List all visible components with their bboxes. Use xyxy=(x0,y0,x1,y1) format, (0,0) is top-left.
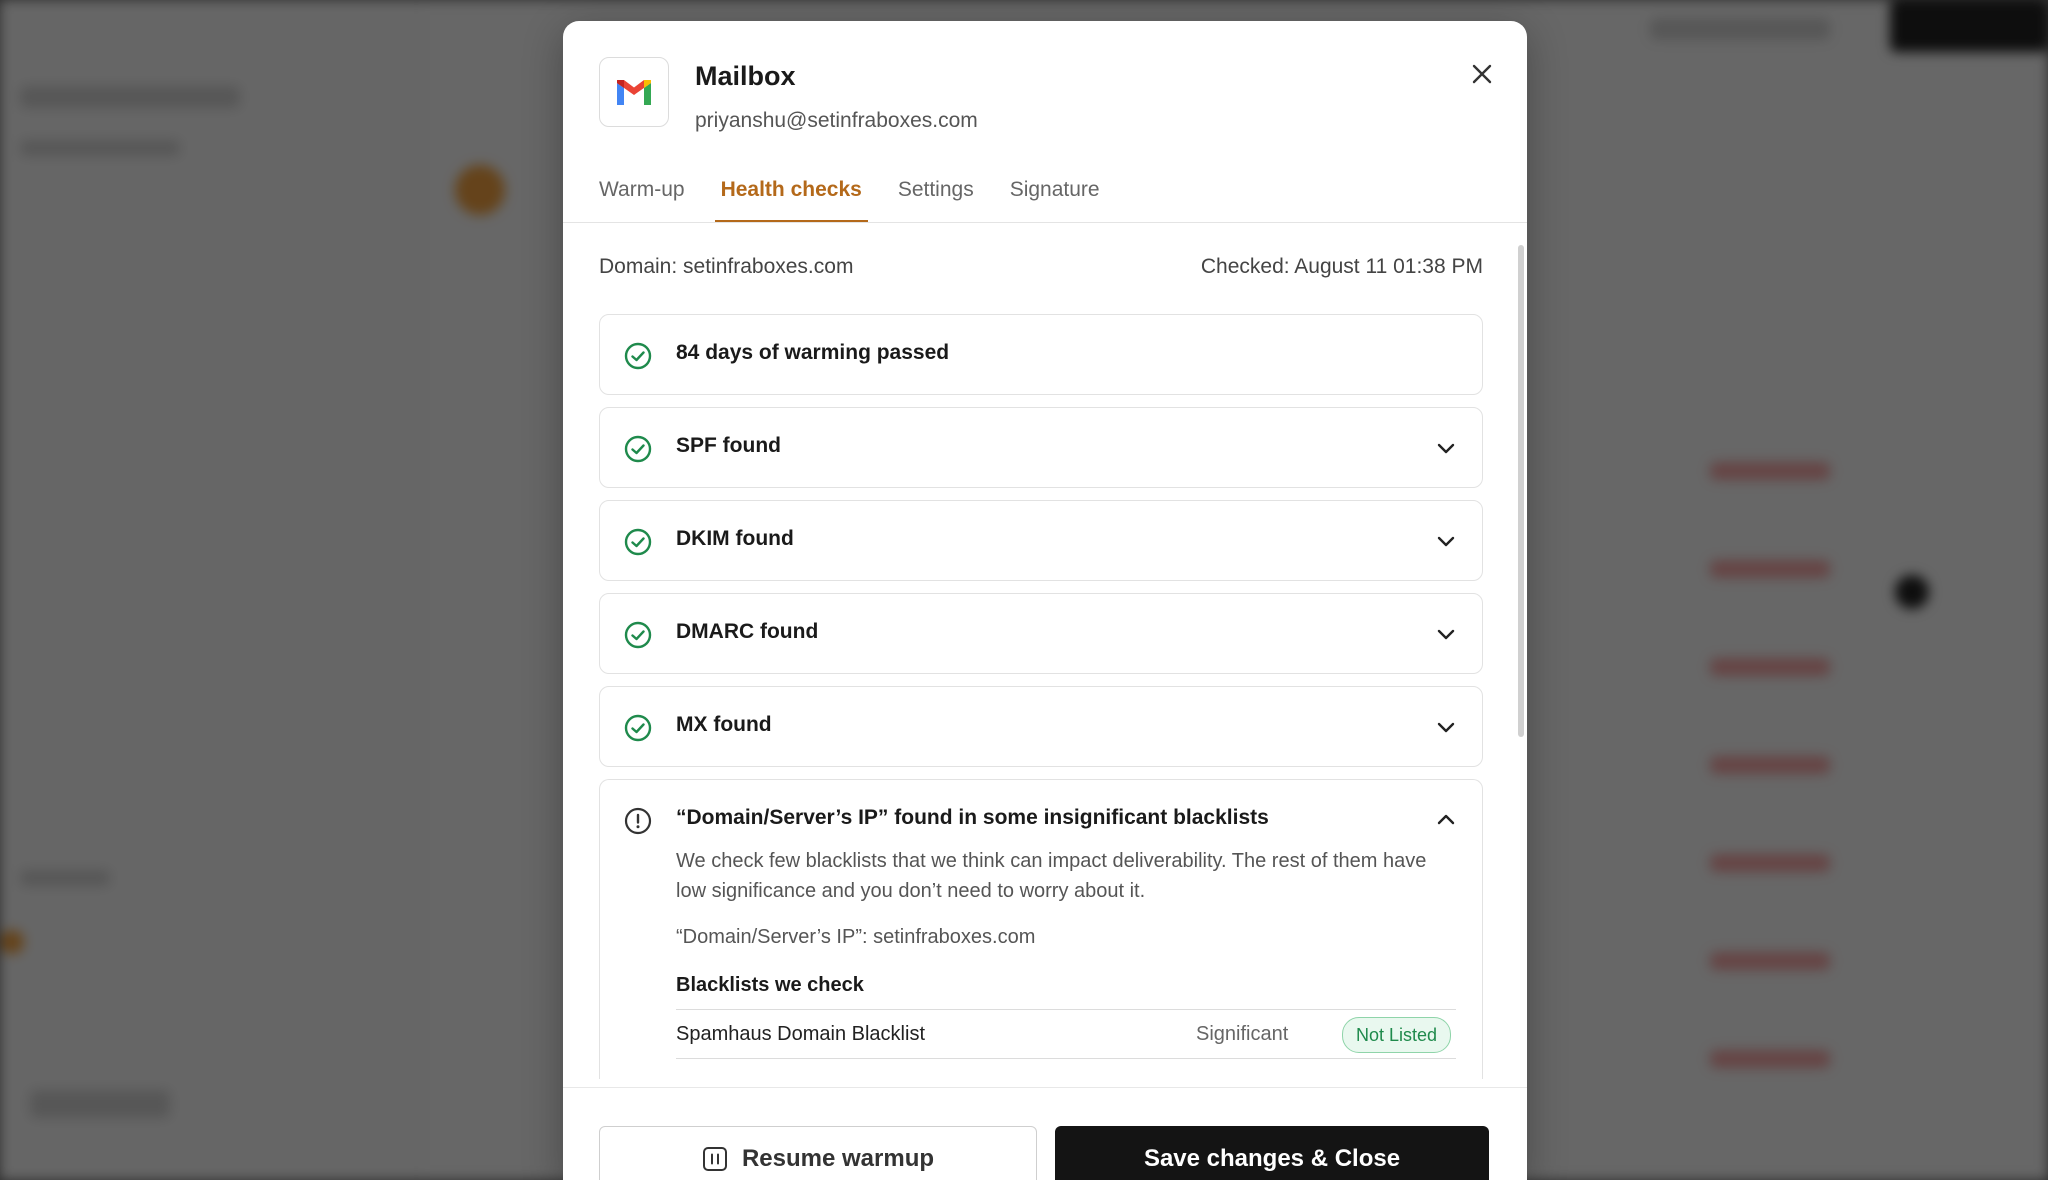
checked-timestamp: Checked: August 11 01:38 PM xyxy=(1200,255,1483,278)
modal-header: Mailbox priyanshu@setinfraboxes.com Warm… xyxy=(563,21,1527,223)
check-circle-icon xyxy=(624,435,652,463)
blacklist-table: Spamhaus Domain Blacklist Significant No… xyxy=(676,1009,1456,1059)
chevron-down-icon[interactable] xyxy=(1434,622,1458,646)
check-card-mx[interactable]: MX found xyxy=(599,686,1483,767)
blacklists-heading: Blacklists we check xyxy=(676,974,864,996)
check-label: DMARC found xyxy=(676,620,819,643)
close-button[interactable] xyxy=(1463,55,1501,93)
check-label: 84 days of warming passed xyxy=(676,341,950,364)
table-row: Spamhaus Domain Blacklist Significant No… xyxy=(676,1010,1456,1059)
pause-icon xyxy=(702,1147,727,1171)
modal-footer: Resume warmup Save changes & Close xyxy=(563,1087,1527,1180)
chevron-down-icon[interactable] xyxy=(1434,436,1458,460)
save-and-close-button[interactable]: Save changes & Close xyxy=(1055,1126,1489,1180)
tab-settings[interactable]: Settings xyxy=(892,169,980,223)
blacklist-ip-line: “Domain/Server’s IP”: setinfraboxes.com xyxy=(676,926,1036,948)
blacklist-description: We check few blacklists that we think ca… xyxy=(676,850,1427,902)
tab-warm-up[interactable]: Warm-up xyxy=(593,169,691,223)
check-card-dkim[interactable]: DKIM found xyxy=(599,500,1483,581)
check-label: “Domain/Server’s IP” found in some insig… xyxy=(676,806,1269,829)
resume-warmup-button[interactable]: Resume warmup xyxy=(599,1126,1037,1180)
check-circle-icon xyxy=(624,714,652,742)
resume-warmup-label: Resume warmup xyxy=(741,1145,935,1172)
check-label: MX found xyxy=(676,713,772,736)
tab-health-checks[interactable]: Health checks xyxy=(714,169,868,223)
chevron-down-icon[interactable] xyxy=(1434,715,1458,739)
check-label: SPF found xyxy=(676,434,781,457)
modal-tabs: Warm-up Health checks Settings Signature xyxy=(593,169,1130,223)
check-card-dmarc[interactable]: DMARC found xyxy=(599,593,1483,674)
domain-label: Domain: setinfraboxes.com xyxy=(599,255,854,278)
blacklist-significance: Significant xyxy=(1196,1023,1289,1045)
warning-circle-icon xyxy=(624,807,652,835)
mailbox-email: priyanshu@setinfraboxes.com xyxy=(695,109,978,132)
check-card-warming: 84 days of warming passed xyxy=(599,314,1483,395)
blacklist-name: Spamhaus Domain Blacklist xyxy=(676,1023,925,1045)
tab-signature[interactable]: Signature xyxy=(1004,169,1106,223)
check-circle-icon xyxy=(624,528,652,556)
check-card-blacklist: “Domain/Server’s IP” found in some insig… xyxy=(599,779,1483,1079)
gmail-logo-icon xyxy=(599,57,669,127)
check-label: DKIM found xyxy=(676,527,794,550)
check-circle-icon xyxy=(624,342,652,370)
check-circle-icon xyxy=(624,621,652,649)
health-checks-panel: Domain: setinfraboxes.com Checked: Augus… xyxy=(563,223,1527,1087)
status-badge: Not Listed xyxy=(1342,1017,1452,1053)
chevron-up-icon[interactable] xyxy=(1434,808,1458,832)
mailbox-title: Mailbox xyxy=(695,61,796,91)
check-card-spf[interactable]: SPF found xyxy=(599,407,1483,488)
scrollbar[interactable] xyxy=(1518,245,1524,737)
mailbox-modal: Mailbox priyanshu@setinfraboxes.com Warm… xyxy=(563,21,1527,1180)
close-icon xyxy=(1472,64,1492,84)
chevron-down-icon[interactable] xyxy=(1434,529,1458,553)
